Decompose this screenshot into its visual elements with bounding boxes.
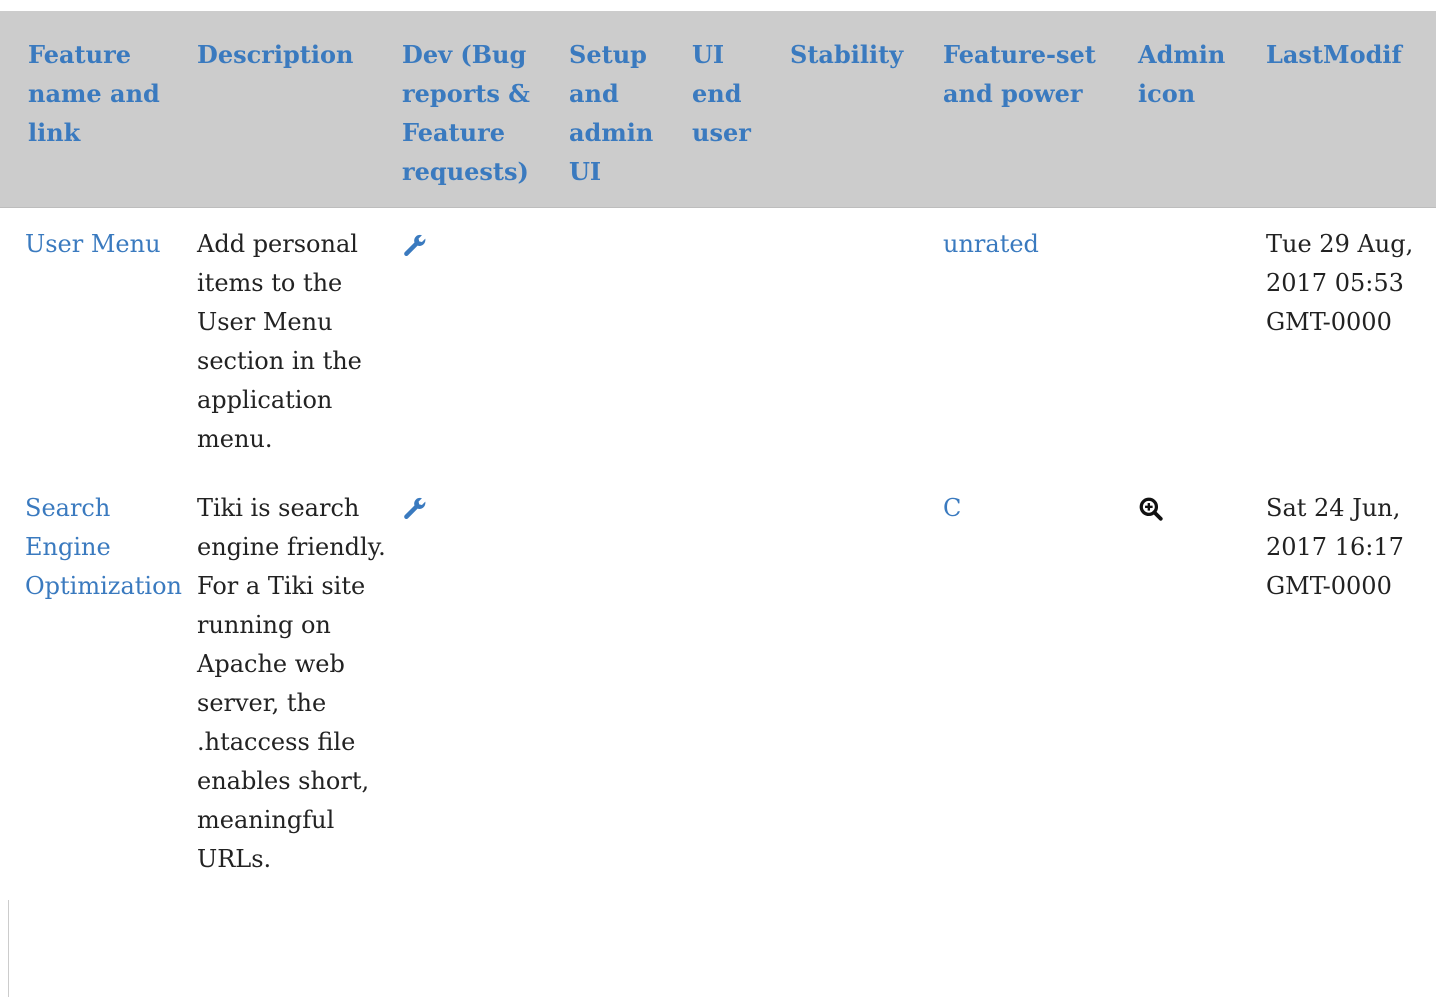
header-lastmodif[interactable]: LastModif	[1260, 11, 1436, 208]
lastmodif-cell: Tue 29 Aug, 2017 05:53 GMT-0000	[1266, 230, 1414, 336]
header-feature-set[interactable]: Feature-set and power	[937, 11, 1132, 208]
ui-end-user-cell	[686, 208, 784, 472]
admin-icon-cell	[1132, 208, 1260, 472]
header-ui-end-user[interactable]: UI end user	[686, 11, 784, 208]
table-row: Search Engine Optimization Tiki is searc…	[0, 472, 1436, 879]
rating-link[interactable]: unrated	[943, 230, 1039, 258]
top-gap	[0, 0, 1436, 11]
stability-cell	[784, 208, 937, 472]
table-header: Feature name and link Description Dev (B…	[0, 11, 1436, 208]
table-row: User Menu Add personal items to the User…	[0, 208, 1436, 472]
setup-cell	[563, 208, 686, 472]
zoom-in-icon[interactable]	[1138, 494, 1164, 522]
header-description[interactable]: Description	[191, 11, 396, 208]
description-cell: Tiki is search engine friendly. For a Ti…	[197, 493, 386, 873]
lastmodif-cell: Sat 24 Jun, 2017 16:17 GMT-0000	[1266, 493, 1404, 600]
wrench-icon[interactable]	[402, 230, 428, 258]
description-cell: Add personal items to the User Menu sect…	[197, 230, 362, 453]
features-table: Feature name and link Description Dev (B…	[0, 11, 1436, 879]
wrench-icon[interactable]	[402, 494, 428, 522]
header-admin-icon[interactable]: Admin icon	[1132, 11, 1260, 208]
stability-cell	[784, 472, 937, 879]
rating-link[interactable]: C	[943, 494, 961, 522]
table-left-border	[8, 900, 9, 997]
ui-end-user-cell	[686, 472, 784, 879]
feature-link-seo[interactable]: Search Engine Optimization	[25, 494, 182, 600]
feature-link-user-menu[interactable]: User Menu	[25, 230, 161, 258]
header-feature-name[interactable]: Feature name and link	[0, 11, 191, 208]
header-setup-admin-ui[interactable]: Setup and admin UI	[563, 11, 686, 208]
header-dev[interactable]: Dev (Bug reports & Feature requests)	[396, 11, 563, 208]
setup-cell	[563, 472, 686, 879]
header-stability[interactable]: Stability	[784, 11, 937, 208]
